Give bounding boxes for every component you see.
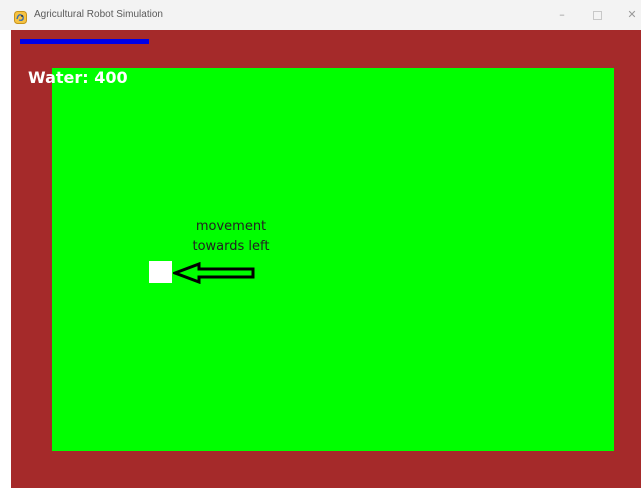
- water-level-bar: [20, 39, 342, 44]
- crop-field: [52, 68, 614, 451]
- maximize-icon[interactable]: [590, 8, 604, 22]
- app-window: Agricultural Robot Simulation – ✕ Water:…: [0, 0, 641, 488]
- robot: [149, 261, 172, 283]
- movement-annotation: movement towards left: [176, 217, 286, 257]
- annotation-line-2: towards left: [192, 239, 270, 254]
- pygame-snake-icon: [14, 9, 27, 24]
- annotation-line-1: movement: [195, 219, 267, 234]
- water-level-fill: [20, 39, 149, 44]
- title-bar[interactable]: Agricultural Robot Simulation – ✕: [0, 0, 641, 30]
- water-counter: Water: 400: [28, 68, 128, 87]
- close-icon[interactable]: ✕: [625, 8, 639, 22]
- left-arrow-icon: [173, 262, 255, 284]
- minimize-icon[interactable]: –: [555, 8, 569, 22]
- window-left-edge: [0, 30, 11, 488]
- game-canvas[interactable]: Water: 400 movement towards left: [11, 30, 641, 488]
- window-title: Agricultural Robot Simulation: [34, 9, 163, 20]
